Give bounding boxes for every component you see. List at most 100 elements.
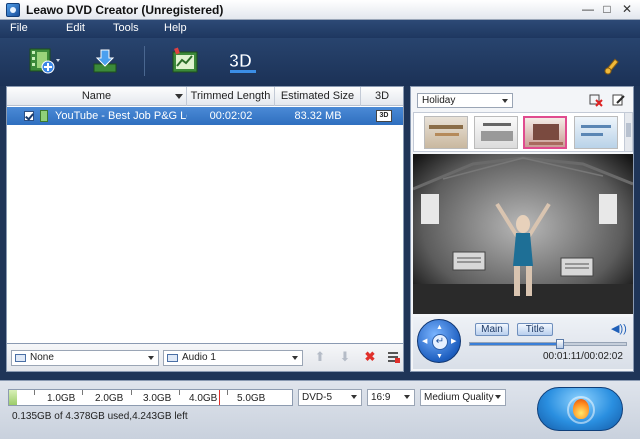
disc-type-dropdown[interactable]: DVD-5 <box>298 389 362 406</box>
row-checkbox[interactable] <box>24 111 34 121</box>
row-name: YouTube - Best Job P&G Lo... <box>55 110 187 122</box>
3d-button[interactable]: 3D <box>226 44 260 78</box>
disc-limit-marker <box>219 390 220 405</box>
add-video-icon <box>29 48 60 74</box>
list-settings-icon[interactable] <box>387 350 401 364</box>
status-area: 1.0GB 2.0GB 3.0GB 4.0GB 5.0GB DVD-5 16:9… <box>0 380 640 439</box>
column-name-label: Name <box>81 90 112 102</box>
playback-time: 00:01:11/00:02:02 <box>543 351 623 362</box>
edit-video-button[interactable] <box>168 44 202 78</box>
menu-preview-panel: Holiday ▲ ▼ ◀ ▶ ↵ Main Title ◀)) 00:01:1… <box>410 86 634 372</box>
quality-dropdown[interactable]: Medium Quality <box>420 389 506 406</box>
capacity-label: 2.0GB <box>95 393 124 404</box>
disc-capacity-bar: 1.0GB 2.0GB 3.0GB 4.0GB 5.0GB <box>8 389 293 406</box>
close-button[interactable]: ✕ <box>619 2 635 17</box>
theme-thumbnail-selected[interactable] <box>523 116 567 149</box>
window-title: Leawo DVD Creator (Unregistered) <box>26 3 224 17</box>
theme-value: Holiday <box>422 95 456 106</box>
chevron-down-icon <box>351 395 357 399</box>
column-estimated-size[interactable]: Estimated Size <box>275 87 361 106</box>
row-estimated-size: 83.32 MB <box>294 110 342 122</box>
table-header: Name Trimmed Length Estimated Size 3D <box>7 87 403 106</box>
3d-label: 3D <box>229 51 252 71</box>
quality-value: Medium Quality <box>424 392 494 403</box>
video-preview <box>413 154 633 314</box>
toolbar-separator <box>144 46 145 76</box>
disc-usage-text: 0.135GB of 4.378GB used,4.243GB left <box>12 411 188 422</box>
subtitle-value: None <box>30 352 54 363</box>
menu-edit[interactable]: Edit <box>66 22 85 34</box>
enter-icon[interactable]: ↵ <box>432 334 448 350</box>
nav-down-icon[interactable]: ▼ <box>436 353 443 360</box>
seek-handle[interactable] <box>556 339 565 349</box>
nav-right-icon[interactable]: ▶ <box>451 338 456 345</box>
capacity-used-fill <box>9 390 18 405</box>
chevron-down-icon <box>292 356 298 360</box>
column-trimmed-length[interactable]: Trimmed Length <box>187 87 275 106</box>
capacity-label: 3.0GB <box>143 393 172 404</box>
theme-thumbnail[interactable] <box>424 116 468 149</box>
wrench-icon <box>604 58 619 75</box>
maximize-button[interactable]: □ <box>599 2 615 17</box>
subtitle-dropdown[interactable]: None <box>11 350 159 366</box>
edit-video-icon <box>172 47 198 73</box>
capacity-label: 4.0GB <box>189 393 218 404</box>
menu-tools[interactable]: Tools <box>113 22 139 34</box>
row-trimmed-length: 00:02:02 <box>209 110 253 122</box>
column-name[interactable]: Name <box>7 87 187 106</box>
load-button[interactable] <box>88 44 122 78</box>
theme-thumbnail-strip <box>413 112 633 152</box>
capacity-label: 1.0GB <box>47 393 76 404</box>
theme-dropdown[interactable]: Holiday <box>417 93 513 108</box>
delete-icon[interactable]: ✖ <box>363 350 377 364</box>
capacity-tick <box>82 390 83 395</box>
3d-icon: 3D <box>229 51 256 73</box>
nav-left-icon[interactable]: ◀ <box>422 338 427 345</box>
minimize-button[interactable]: — <box>580 2 596 17</box>
chevron-down-icon <box>148 356 154 360</box>
playback-controls: ▲ ▼ ◀ ▶ ↵ Main Title ◀)) 00:01:11/00:02:… <box>413 317 633 369</box>
title-menu-button[interactable]: Title <box>517 323 553 336</box>
seek-bar[interactable] <box>469 339 627 349</box>
main-menu-button[interactable]: Main <box>475 323 509 336</box>
file-list-panel: Name Trimmed Length Estimated Size 3D Yo… <box>6 86 404 344</box>
nav-up-icon[interactable]: ▲ <box>436 324 443 331</box>
edit-menu-icon[interactable] <box>612 93 626 107</box>
thumbnail-scrollbar[interactable] <box>624 113 632 151</box>
title-bar: Leawo DVD Creator (Unregistered) — □ ✕ <box>0 0 640 20</box>
aspect-ratio-value: 16:9 <box>371 392 391 403</box>
flame-icon <box>573 399 589 419</box>
audio-dropdown[interactable]: Audio 1 <box>163 350 303 366</box>
theme-thumbnail[interactable] <box>474 116 518 149</box>
capacity-tick <box>179 390 180 395</box>
capacity-tick <box>34 390 35 395</box>
volume-icon[interactable]: ◀)) <box>611 323 627 335</box>
column-3d[interactable]: 3D <box>361 87 403 106</box>
audio-value: Audio 1 <box>182 352 216 363</box>
add-video-button[interactable] <box>26 44 60 78</box>
aspect-ratio-dropdown[interactable]: 16:9 <box>367 389 415 406</box>
chevron-down-icon <box>404 395 410 399</box>
download-icon <box>93 49 117 73</box>
move-up-icon[interactable]: ⬆ <box>313 350 327 364</box>
audio-track-icon <box>167 354 178 362</box>
app-icon <box>6 3 20 17</box>
table-row[interactable]: YouTube - Best Job P&G Lo... 00:02:02 83… <box>7 107 403 125</box>
menu-bar: File Edit Tools Help <box>0 20 640 38</box>
toolbar: 3D <box>0 38 640 86</box>
menu-file[interactable]: File <box>10 22 28 34</box>
no-menu-icon[interactable] <box>589 93 603 107</box>
theme-thumbnail[interactable] <box>574 116 618 149</box>
capacity-label: 5.0GB <box>237 393 266 404</box>
3d-toggle-icon[interactable]: 3D <box>376 110 392 122</box>
settings-button[interactable] <box>602 56 622 76</box>
burn-button[interactable] <box>537 387 623 431</box>
track-bar: None Audio 1 ⬆ ⬇ ✖ <box>6 344 404 372</box>
chevron-down-icon <box>495 395 501 399</box>
move-down-icon[interactable]: ⬇ <box>338 350 352 364</box>
video-file-icon <box>40 110 48 122</box>
dvd-navigation-pad[interactable]: ▲ ▼ ◀ ▶ ↵ <box>417 319 461 363</box>
menu-help[interactable]: Help <box>164 22 187 34</box>
capacity-tick <box>227 390 228 395</box>
seek-progress <box>470 343 561 345</box>
